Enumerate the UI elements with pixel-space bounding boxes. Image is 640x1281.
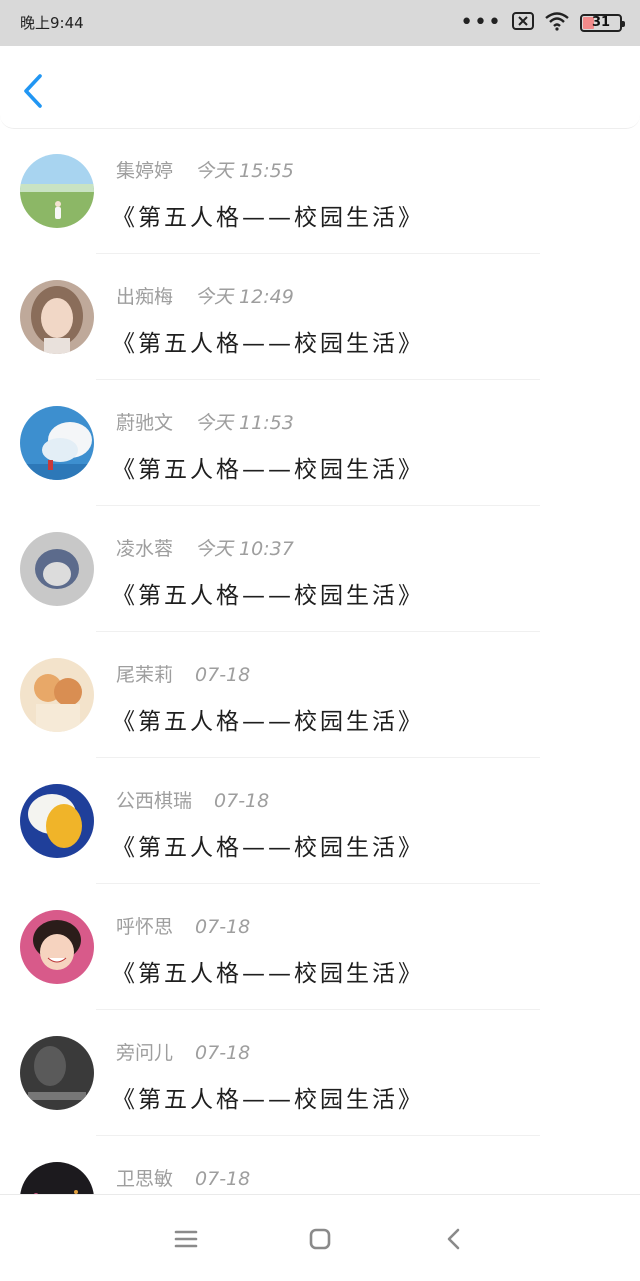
navigation-bar bbox=[0, 1194, 640, 1281]
header-bar bbox=[0, 46, 640, 129]
back-chevron-icon bbox=[447, 1228, 460, 1250]
battery-level: 31 bbox=[591, 15, 611, 30]
home-square-icon bbox=[309, 1228, 331, 1250]
message-meta: 呼怀思 07-18 bbox=[116, 912, 250, 938]
list-item[interactable]: 凌水蓉 今天 10:37 《第五人格——校园生活》 bbox=[0, 506, 640, 632]
message-time: 今天 12:49 bbox=[195, 286, 294, 308]
list-item[interactable]: 旁问儿 07-18 《第五人格——校园生活》 bbox=[0, 1010, 640, 1136]
message-time: 07-18 bbox=[195, 916, 251, 938]
avatar bbox=[20, 658, 94, 732]
sender-name: 凌水蓉 bbox=[116, 538, 174, 560]
message-meta: 凌水蓉 今天 10:37 bbox=[116, 534, 294, 560]
recent-apps-button[interactable] bbox=[168, 1221, 204, 1257]
message-meta: 卫思敏 07-18 bbox=[116, 1164, 250, 1190]
avatar bbox=[20, 532, 94, 606]
message-time: 今天 11:53 bbox=[195, 412, 294, 434]
nav-back-button[interactable] bbox=[436, 1221, 472, 1257]
message-meta: 公西棋瑞 07-18 bbox=[116, 786, 269, 812]
sim-off-icon bbox=[512, 12, 534, 34]
message-title: 《第五人格——校园生活》 bbox=[112, 709, 424, 735]
status-bar: 晚上9:44 ••• 31 bbox=[0, 0, 640, 46]
sender-name: 公西棋瑞 bbox=[116, 790, 193, 812]
menu-icon bbox=[174, 1230, 198, 1248]
sender-name: 出痴梅 bbox=[116, 286, 174, 308]
home-button[interactable] bbox=[302, 1221, 338, 1257]
list-item[interactable]: 公西棋瑞 07-18 《第五人格——校园生活》 bbox=[0, 758, 640, 884]
message-meta: 旁问儿 07-18 bbox=[116, 1038, 250, 1064]
sender-name: 呼怀思 bbox=[116, 916, 174, 938]
sender-name: 旁问儿 bbox=[116, 1042, 174, 1064]
message-list: 集婷婷 今天 15:55 《第五人格——校园生活》 出痴梅 今天 12:49 《第五… bbox=[0, 128, 640, 1194]
message-meta: 集婷婷 今天 15:55 bbox=[116, 156, 294, 182]
sender-name: 集婷婷 bbox=[116, 160, 174, 182]
list-item[interactable]: 集婷婷 今天 15:55 《第五人格——校园生活》 bbox=[0, 128, 640, 254]
back-button[interactable] bbox=[18, 68, 58, 114]
avatar bbox=[20, 280, 94, 354]
message-meta: 出痴梅 今天 12:49 bbox=[116, 282, 294, 308]
list-item[interactable]: 呼怀思 07-18 《第五人格——校园生活》 bbox=[0, 884, 640, 1010]
chevron-left-icon bbox=[24, 74, 42, 108]
message-time: 今天 15:55 bbox=[195, 160, 294, 182]
list-item[interactable]: 蔚驰文 今天 11:53 《第五人格——校园生活》 bbox=[0, 380, 640, 506]
sender-name: 卫思敏 bbox=[116, 1168, 174, 1190]
avatar bbox=[20, 1162, 94, 1194]
sender-name: 蔚驰文 bbox=[116, 412, 174, 434]
avatar bbox=[20, 784, 94, 858]
list-item[interactable]: 卫思敏 07-18 bbox=[0, 1136, 640, 1194]
avatar bbox=[20, 406, 94, 480]
message-title: 《第五人格——校园生活》 bbox=[112, 835, 424, 861]
wifi-icon bbox=[544, 11, 570, 35]
message-time: 今天 10:37 bbox=[195, 538, 294, 560]
avatar bbox=[20, 1036, 94, 1110]
message-meta: 蔚驰文 今天 11:53 bbox=[116, 408, 294, 434]
message-time: 07-18 bbox=[195, 1042, 251, 1064]
battery-icon: 31 bbox=[580, 14, 625, 32]
message-time: 07-18 bbox=[195, 664, 251, 686]
status-time: 晚上9:44 bbox=[20, 14, 84, 32]
sender-name: 尾茉莉 bbox=[116, 664, 174, 686]
avatar bbox=[20, 910, 94, 984]
list-item[interactable]: 尾茉莉 07-18 《第五人格——校园生活》 bbox=[0, 632, 640, 758]
message-meta: 尾茉莉 07-18 bbox=[116, 660, 250, 686]
message-title: 《第五人格——校园生活》 bbox=[112, 457, 424, 483]
message-title: 《第五人格——校园生活》 bbox=[112, 205, 424, 231]
message-title: 《第五人格——校园生活》 bbox=[112, 961, 424, 987]
message-title: 《第五人格——校园生活》 bbox=[112, 1087, 424, 1113]
message-title: 《第五人格——校园生活》 bbox=[112, 583, 424, 609]
status-icons: ••• 31 bbox=[460, 10, 625, 35]
message-time: 07-18 bbox=[214, 790, 270, 812]
avatar bbox=[20, 154, 94, 228]
message-time: 07-18 bbox=[195, 1168, 251, 1190]
message-title: 《第五人格——校园生活》 bbox=[112, 331, 424, 357]
list-item[interactable]: 出痴梅 今天 12:49 《第五人格——校园生活》 bbox=[0, 254, 640, 380]
more-dots-icon: ••• bbox=[460, 10, 502, 35]
